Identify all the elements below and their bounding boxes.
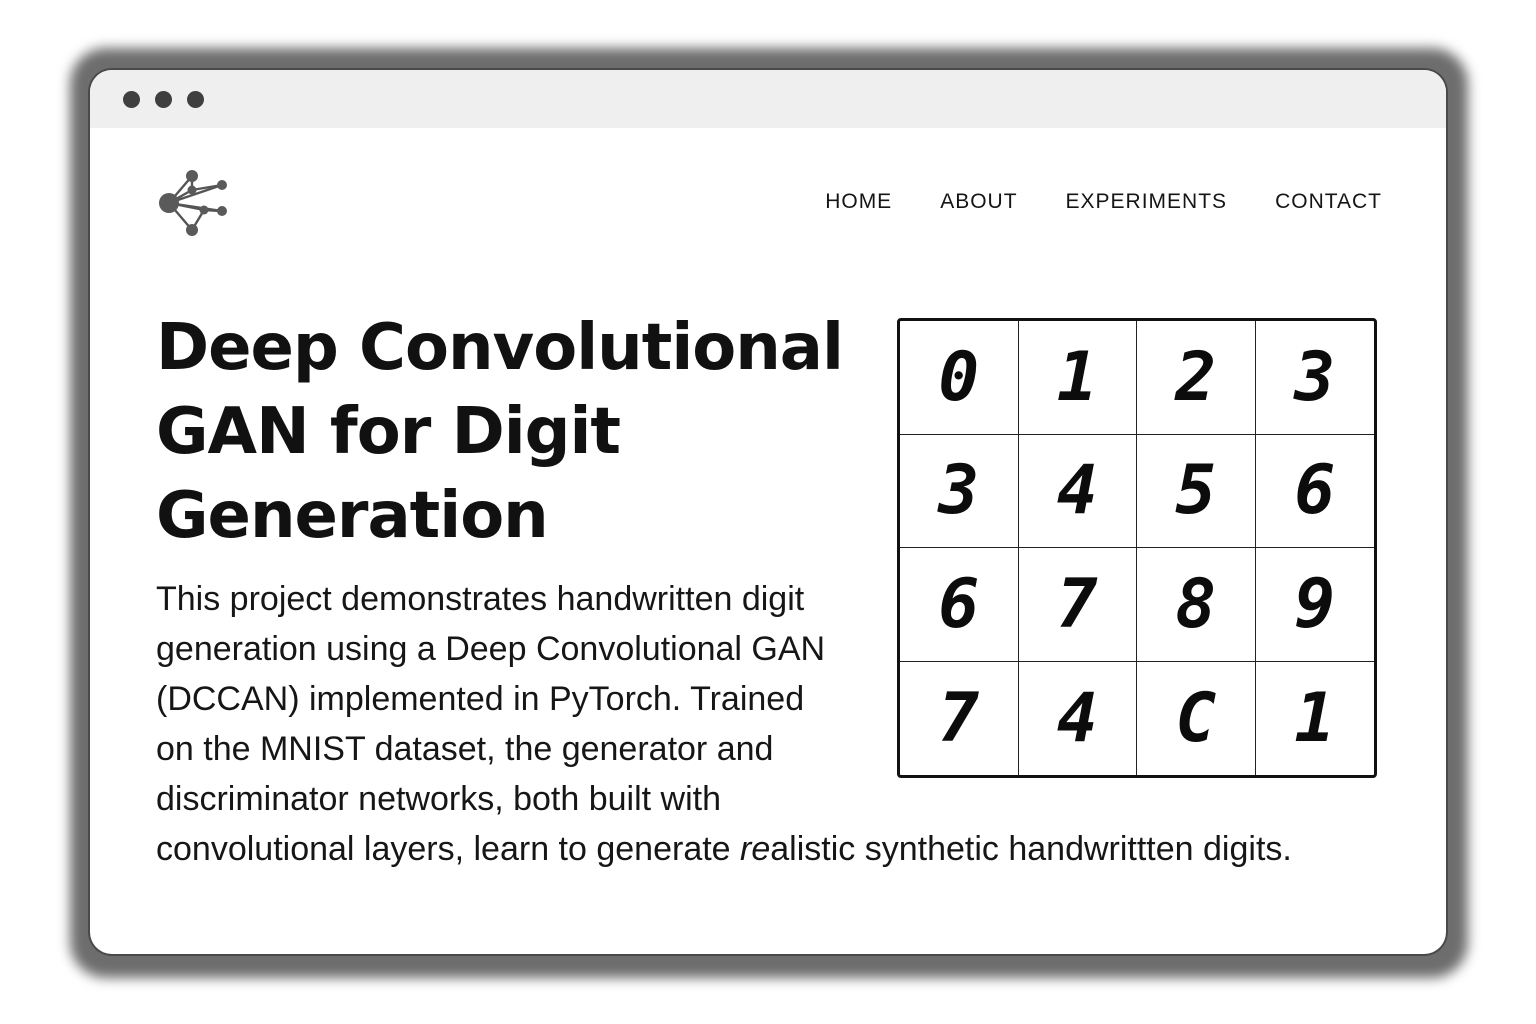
digit-cell: 6 <box>900 548 1019 662</box>
digit-cell: 7 <box>1018 548 1137 662</box>
nav-item-experiments[interactable]: EXPERIMENTS <box>1066 190 1228 214</box>
description-text: alistic synthetic handwrittten digits. <box>770 830 1292 868</box>
digit-cell: 8 <box>1137 548 1256 662</box>
digit-cell: 6 <box>1255 435 1374 548</box>
description-line: discriminator networks, both built with <box>156 780 722 818</box>
description-text: convolutional layers, learn to generate <box>156 830 741 868</box>
page-title-line: Deep Convolutional <box>156 311 844 385</box>
window-minimize-button[interactable] <box>155 91 172 108</box>
digit-cell: 2 <box>1137 321 1256 435</box>
nav-item-contact[interactable]: CONTACT <box>1275 190 1382 214</box>
digit-cell: 3 <box>900 434 1019 548</box>
nav-item-home[interactable]: HOME <box>825 190 892 214</box>
digit-cell: 4 <box>1018 434 1137 548</box>
digit-cell: C <box>1137 661 1256 775</box>
description-line-last: convolutional layers, learn to generate … <box>156 824 1396 874</box>
window-titlebar <box>90 70 1446 128</box>
page-title-line: Generation <box>156 479 549 553</box>
digit-cell: 0 <box>900 321 1019 435</box>
digit-cell: 7 <box>900 661 1019 775</box>
digit-cell: 3 <box>1255 321 1374 435</box>
browser-window: HOME ABOUT EXPERIMENTS CONTACT Deep Conv… <box>90 70 1446 954</box>
network-nodes-icon[interactable] <box>156 164 232 240</box>
main-nav: HOME ABOUT EXPERIMENTS CONTACT <box>777 190 1382 214</box>
nav-item-about[interactable]: ABOUT <box>940 190 1017 214</box>
digit-cell: 5 <box>1137 434 1256 548</box>
window-maximize-button[interactable] <box>187 91 204 108</box>
window-close-button[interactable] <box>123 91 140 108</box>
digit-cell: 9 <box>1255 548 1374 662</box>
page-title: Deep Convolutional GAN for Digit Generat… <box>156 306 876 558</box>
generated-digit-grid: 0 1 2 3 3 4 5 6 6 7 8 9 7 4 C 1 <box>897 318 1377 778</box>
logo-graphic <box>159 170 227 236</box>
digit-cell: 4 <box>1019 661 1137 775</box>
page-title-line: GAN for Digit <box>156 395 621 469</box>
digit-cell: 1 <box>1018 321 1137 435</box>
digit-cell: 1 <box>1294 678 1336 758</box>
description-italic-text: re <box>740 830 771 868</box>
